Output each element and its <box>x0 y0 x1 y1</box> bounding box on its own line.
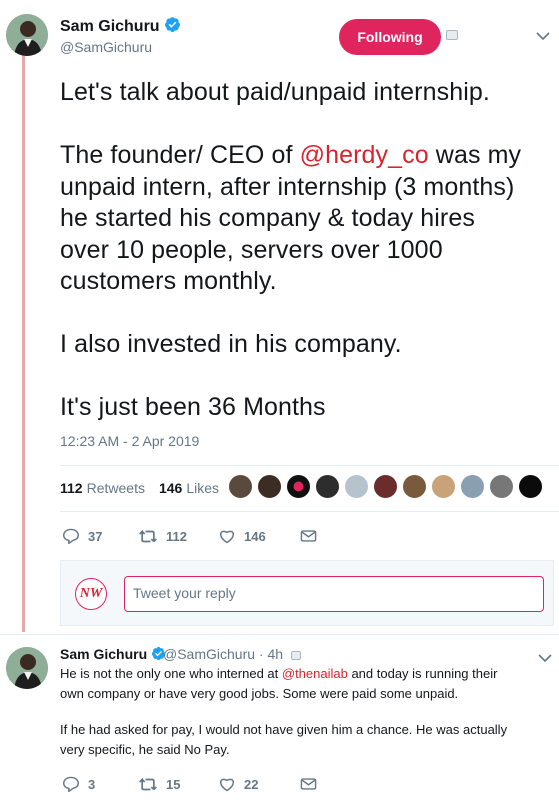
tweet-line: customers monthly. <box>60 267 277 295</box>
reply-author-meta: @SamGichuru · 4h <box>163 646 301 662</box>
tweet-line: I also invested in his company. <box>60 330 402 358</box>
tweet-line: Let's talk about paid/unpaid internship. <box>60 78 490 106</box>
mention-link[interactable]: @herdy_co <box>300 141 429 169</box>
reply-line: own company or have very good jobs. Some… <box>60 686 459 701</box>
liker-avatars <box>228 474 547 499</box>
liker-avatar[interactable] <box>402 474 427 499</box>
like-button[interactable]: 22 <box>218 776 300 792</box>
translate-icon <box>290 651 301 660</box>
reply-count: 37 <box>88 528 103 544</box>
reply-line: If he had asked for pay, I would not hav… <box>60 722 508 737</box>
liker-avatar[interactable] <box>489 474 514 499</box>
retweet-button[interactable]: 112 <box>138 529 218 544</box>
verified-icon <box>164 16 181 38</box>
liker-avatar[interactable] <box>518 474 543 499</box>
author-name[interactable]: Sam Gichuru <box>60 16 181 38</box>
reply-time[interactable]: · 4h <box>259 646 283 662</box>
chevron-down-icon[interactable] <box>536 28 550 44</box>
liker-avatar[interactable] <box>344 474 369 499</box>
retweet-icon <box>139 776 157 790</box>
dm-share-button[interactable] <box>300 777 317 791</box>
liker-avatar[interactable] <box>373 474 398 499</box>
reply-author-name[interactable]: Sam Gichuru <box>60 646 166 664</box>
like-count: 22 <box>244 776 259 792</box>
tweet-actions: 37 112 146 <box>62 528 317 544</box>
liker-avatar[interactable] <box>286 474 311 499</box>
tweet-line-end: was my <box>428 141 522 169</box>
retweets-label[interactable]: Retweets <box>87 480 145 496</box>
retweet-count: 112 <box>166 528 187 544</box>
divider <box>60 511 559 512</box>
divider <box>60 465 559 466</box>
retweets-count[interactable]: 112 <box>60 480 83 496</box>
author-handle[interactable]: @SamGichuru <box>60 39 152 55</box>
engagement-stats: 112 Retweets 146 Likes <box>60 480 219 496</box>
liker-avatar[interactable] <box>315 474 340 499</box>
liker-avatar[interactable] <box>228 474 253 499</box>
tweet-line: The founder/ CEO of @herdy_co was my <box>60 140 555 172</box>
retweet-button[interactable]: 15 <box>138 777 218 792</box>
thread-line <box>22 55 25 632</box>
liker-avatar[interactable] <box>257 474 282 499</box>
reply-line-start: He is not the only one who interned at <box>60 666 282 681</box>
reply-author-name-text[interactable]: Sam Gichuru <box>60 646 147 662</box>
mention-link[interactable]: @thenailab <box>282 666 348 681</box>
reply-line: He is not the only one who interned at @… <box>60 664 550 684</box>
like-count: 146 <box>244 528 266 544</box>
user-avatar: NW <box>75 578 107 610</box>
likes-count[interactable]: 146 <box>159 480 182 496</box>
liker-avatar[interactable] <box>460 474 485 499</box>
tweet-line: he started his company & today hires <box>60 204 475 232</box>
reply-composer: NW Tweet your reply <box>60 560 554 626</box>
envelope-icon <box>300 530 317 542</box>
following-button[interactable]: Following <box>339 19 441 55</box>
dm-share-button[interactable] <box>300 529 317 543</box>
envelope-icon <box>300 778 317 790</box>
tweet-line: over 10 people, servers over 1000 <box>60 235 443 264</box>
tweet-line: unpaid intern, after internship (3 month… <box>60 172 515 201</box>
retweet-count: 15 <box>166 776 181 792</box>
reply-actions: 3 15 22 <box>62 776 317 792</box>
reply-text: He is not the only one who interned at @… <box>60 664 550 760</box>
tweet-timestamp[interactable]: 12:23 AM - 2 Apr 2019 <box>60 433 199 449</box>
reply-line-end: and today is running their <box>347 666 498 681</box>
dm-icon[interactable] <box>446 30 458 40</box>
reply-count: 3 <box>88 776 96 792</box>
tweet-line-start: The founder/ CEO of <box>60 141 300 169</box>
reply-button[interactable]: 3 <box>62 776 138 792</box>
tweet-text: Let's talk about paid/unpaid internship.… <box>60 77 555 424</box>
tweet-line: It's just been 36 Months <box>60 393 326 421</box>
avatar[interactable] <box>6 647 48 689</box>
divider <box>0 634 559 635</box>
avatar[interactable] <box>6 14 48 56</box>
heart-icon <box>220 530 234 544</box>
author-name-text[interactable]: Sam Gichuru <box>60 18 160 35</box>
like-button[interactable]: 146 <box>218 528 300 544</box>
reply-icon <box>62 776 80 792</box>
liker-avatar[interactable] <box>431 474 456 499</box>
reply-icon <box>62 528 80 544</box>
reply-input[interactable]: Tweet your reply <box>124 576 544 612</box>
retweet-icon <box>139 528 157 542</box>
reply-button[interactable]: 37 <box>62 528 138 544</box>
heart-icon <box>220 778 234 792</box>
likes-label[interactable]: Likes <box>186 480 219 496</box>
reply-author-handle[interactable]: @SamGichuru <box>163 646 255 662</box>
reply-line: very specific, he said No Pay. <box>60 742 230 757</box>
